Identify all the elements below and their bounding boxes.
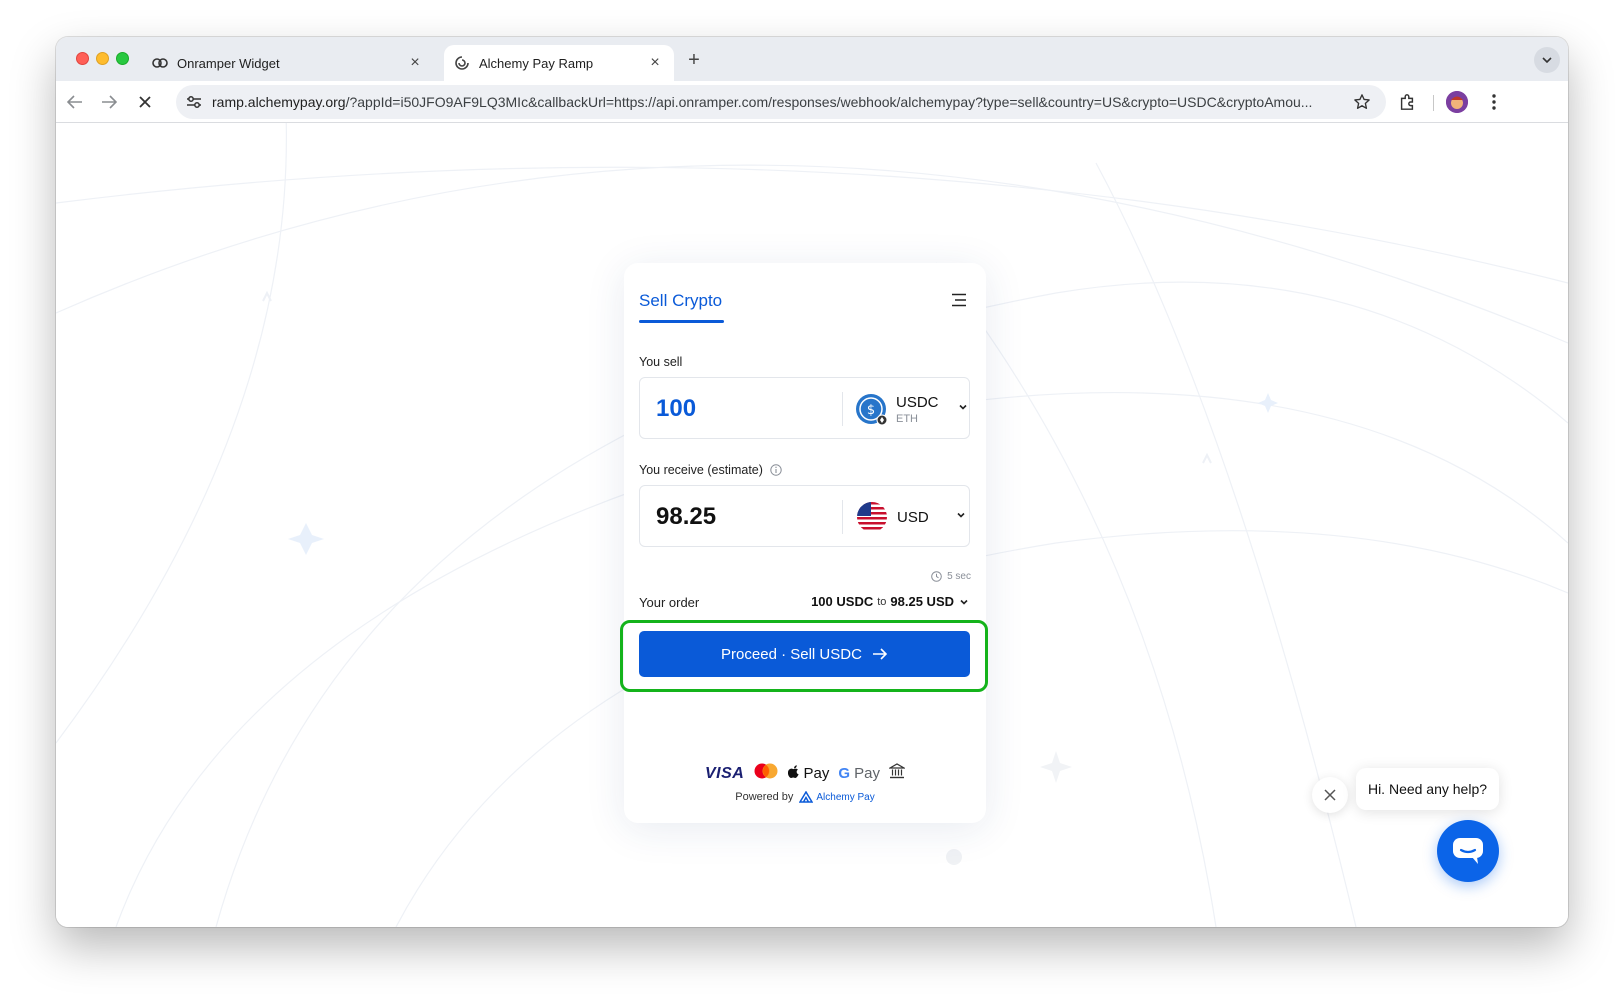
close-tab-icon[interactable]: × [646, 54, 664, 72]
forward-button[interactable] [96, 89, 122, 115]
more-vertical-icon [1492, 94, 1496, 110]
chat-launcher-button[interactable] [1437, 820, 1499, 882]
you-receive-label-row: You receive (estimate) [639, 463, 782, 477]
you-receive-label: You receive (estimate) [639, 463, 763, 477]
apple-pay-logo: Pay [788, 765, 829, 782]
svg-text:$: $ [867, 403, 875, 418]
chevron-down-icon [958, 404, 967, 410]
receive-amount-field[interactable]: 98.25 USD [639, 485, 970, 547]
widget-menu-button[interactable] [950, 291, 968, 309]
sell-amount-field[interactable]: 100 $ USDC ETH [639, 377, 970, 439]
bookmark-star-icon[interactable] [1352, 92, 1372, 112]
active-tab-indicator [639, 320, 724, 323]
arrow-right-icon [102, 95, 117, 109]
browser-toolbar: ramp.alchemypay.org/?appId=i50JFO9AF9LQ3… [56, 81, 1568, 123]
close-window-button[interactable] [76, 52, 89, 65]
apple-pay-text: Pay [803, 765, 830, 782]
tab-onramper-widget[interactable]: Onramper Widget × [152, 45, 434, 81]
close-icon [139, 96, 151, 108]
order-summary-row[interactable]: Your order 100 USDC to 98.25 USD [639, 593, 970, 613]
payment-methods: VISA Pay G Pay [624, 763, 986, 784]
your-order-label: Your order [639, 595, 700, 610]
brand-name: Alchemy Pay [816, 791, 875, 803]
clock-icon [931, 571, 942, 582]
chat-greeting-bubble[interactable]: Hi. Need any help? [1356, 768, 1499, 810]
widget-title-tab[interactable]: Sell Crypto [639, 291, 722, 311]
you-sell-label: You sell [639, 355, 683, 369]
proceed-button-label: Proceed · Sell USDC [721, 645, 862, 663]
powered-by-row: Powered by Alchemy Pay [624, 791, 986, 803]
maximize-window-button[interactable] [116, 52, 129, 65]
profile-avatar[interactable] [1446, 91, 1468, 113]
url-text: ramp.alchemypay.org/?appId=i50JFO9AF9LQ3… [212, 94, 1342, 110]
google-pay-text: Pay [854, 765, 881, 782]
sell-currency-selector[interactable]: $ USDC ETH [855, 391, 967, 427]
chat-dismiss-button[interactable] [1312, 777, 1348, 813]
close-tab-icon[interactable]: × [406, 54, 424, 72]
order-to-word: to [877, 595, 887, 608]
mastercard-icon [753, 763, 779, 784]
back-button[interactable] [62, 89, 88, 115]
stop-loading-button[interactable] [132, 89, 158, 115]
chat-greeting-text: Hi. Need any help? [1367, 781, 1488, 797]
tab-search-button[interactable] [1534, 47, 1560, 73]
sell-network-label: ETH [896, 412, 918, 425]
tab-strip: Onramper Widget × Alchemy Pay Ramp × + [56, 37, 1568, 81]
tab-label: Onramper Widget [177, 55, 280, 71]
timer-text: 5 sec [947, 571, 971, 582]
powered-by-label: Powered by [735, 791, 794, 803]
bank-icon [887, 763, 907, 784]
hamburger-menu-icon [952, 293, 966, 307]
arrow-left-icon [67, 95, 82, 109]
url-host: ramp.alchemypay.org [212, 94, 346, 110]
receive-amount-value: 98.25 [656, 503, 717, 530]
receive-currency-selector[interactable]: USD [856, 499, 965, 535]
address-bar[interactable]: ramp.alchemypay.org/?appId=i50JFO9AF9LQ3… [176, 85, 1386, 119]
sell-crypto-widget: Sell Crypto You sell 100 $ USDC ETH You … [620, 263, 988, 823]
quote-timer: 5 sec [931, 571, 971, 582]
sell-currency-code: USDC [896, 393, 939, 411]
google-g: G [838, 765, 850, 782]
page-content: Sell Crypto You sell 100 $ USDC ETH You … [56, 123, 1568, 927]
chat-bubble-icon [1453, 838, 1483, 864]
minimize-window-button[interactable] [96, 52, 109, 65]
alchemy-pay-logo-icon [799, 791, 814, 803]
usdc-icon: $ [855, 393, 888, 426]
arrow-right-icon [872, 648, 888, 660]
chevron-down-icon [957, 512, 965, 518]
us-flag-icon [856, 501, 888, 533]
extensions-button[interactable] [1394, 89, 1420, 115]
sell-amount-input[interactable]: 100 [656, 395, 696, 423]
tab-label: Alchemy Pay Ramp [479, 55, 594, 71]
chevron-down-icon [1542, 57, 1552, 63]
field-divider [842, 500, 843, 534]
order-from: 100 USDC [811, 594, 874, 609]
onramper-favicon-icon [152, 55, 168, 71]
toolbar-divider [1433, 95, 1434, 111]
browser-window: Onramper Widget × Alchemy Pay Ramp × + r… [56, 37, 1568, 927]
url-path: /?appId=i50JFO9AF9LQ3MIc&callbackUrl=htt… [345, 94, 1313, 110]
info-icon[interactable] [770, 464, 782, 476]
new-tab-button[interactable]: + [683, 49, 705, 71]
proceed-sell-button[interactable]: Proceed · Sell USDC [639, 631, 970, 677]
tab-alchemy-pay-ramp[interactable]: Alchemy Pay Ramp × [444, 45, 674, 81]
browser-menu-button[interactable] [1481, 89, 1507, 115]
puzzle-icon [1400, 94, 1414, 110]
chevron-down-icon [960, 599, 968, 605]
alchemypay-favicon-icon [454, 55, 470, 71]
receive-currency-code: USD [897, 508, 929, 526]
visa-logo: VISA [704, 764, 745, 782]
field-divider [842, 392, 843, 426]
close-icon [1324, 789, 1336, 801]
order-to: 98.25 USD [890, 594, 954, 609]
order-summary[interactable]: 100 USDC to 98.25 USD [811, 594, 970, 609]
google-pay-logo: G Pay [838, 765, 880, 782]
alchemy-pay-brand[interactable]: Alchemy Pay [799, 791, 875, 803]
site-settings-icon[interactable] [184, 92, 204, 112]
apple-icon [788, 765, 799, 778]
